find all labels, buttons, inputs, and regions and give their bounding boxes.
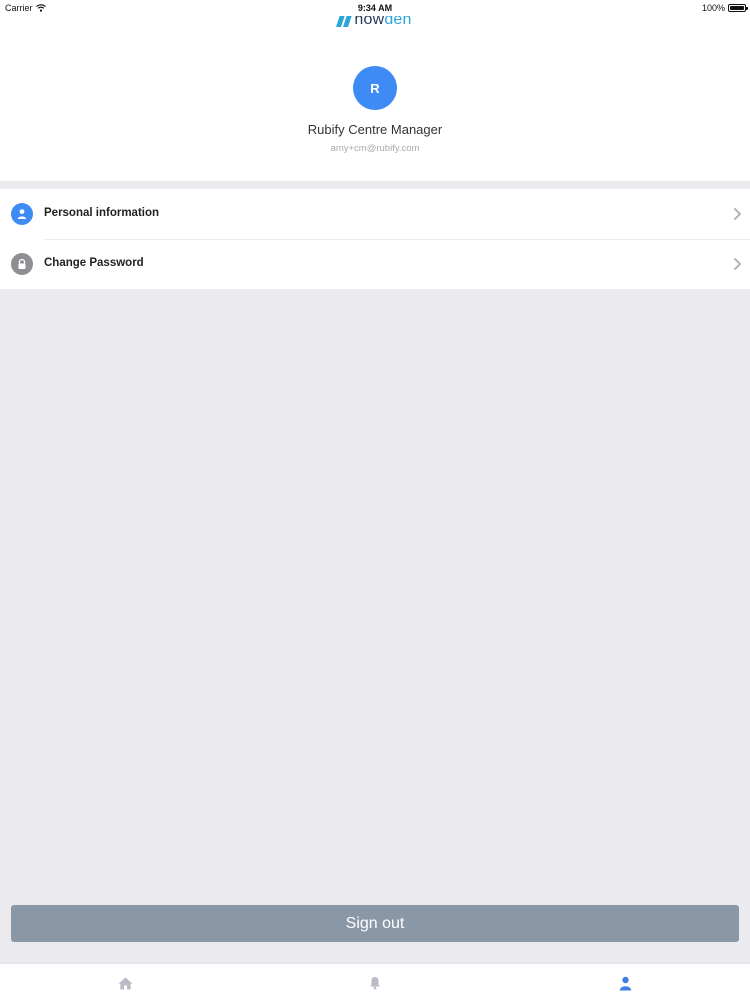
logo-mark-icon — [336, 14, 353, 27]
sign-out-button[interactable]: Sign out — [11, 905, 739, 942]
menu-item-label: Change Password — [44, 257, 144, 269]
bell-icon — [370, 977, 380, 990]
settings-menu: Personal information Change Password — [0, 189, 750, 289]
battery-icon — [728, 4, 748, 12]
tab-bar — [0, 963, 750, 1000]
menu-item-personal-information[interactable]: Personal information — [0, 189, 750, 239]
status-time: 9:34 AM — [357, 3, 393, 13]
tab-home[interactable] — [117, 975, 133, 991]
profile-header: howden R Rubify Centre Manager amy+cm@ru… — [0, 0, 750, 181]
chevron-right-icon — [734, 208, 741, 220]
status-bar: Carrier 9:34 AM 100% — [0, 0, 750, 16]
battery-percent: 100% — [701, 3, 725, 13]
user-email: amy+cm@rubify.com — [330, 143, 420, 154]
menu-item-label: Personal information — [44, 207, 160, 219]
profile-icon — [619, 976, 631, 990]
person-icon — [11, 203, 33, 225]
tab-profile[interactable] — [617, 975, 633, 991]
home-icon — [118, 977, 132, 989]
avatar: R — [353, 66, 397, 110]
menu-item-change-password[interactable]: Change Password — [0, 239, 750, 289]
tab-notifications[interactable] — [367, 975, 383, 991]
lock-icon — [11, 253, 33, 275]
chevron-right-icon — [734, 258, 741, 270]
user-name: Rubify Centre Manager — [307, 122, 443, 137]
